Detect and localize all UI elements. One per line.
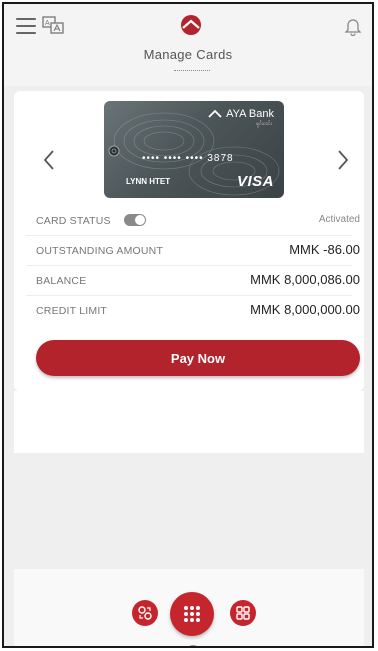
credit-limit-label: CREDIT LIMIT xyxy=(36,305,108,317)
app-screen: A Manage Cards AYA Bank ရှင်းလင်း •••• •… xyxy=(2,2,374,648)
card-status-row: CARD STATUS Activated xyxy=(36,212,360,230)
balance-label: BALANCE xyxy=(36,275,87,287)
credit-limit-row: CREDIT LIMIT MMK 8,000,000.00 xyxy=(36,302,360,320)
divider xyxy=(26,295,352,296)
contactless-ring-icon xyxy=(108,145,120,157)
page-title: Manage Cards xyxy=(143,47,233,62)
svg-text:A: A xyxy=(45,20,50,27)
transfer-icon xyxy=(138,606,152,620)
outstanding-value: MMK -86.00 xyxy=(289,242,360,257)
app-header: A Manage Cards xyxy=(4,4,372,86)
pay-now-button[interactable]: Pay Now xyxy=(36,340,360,376)
aya-logo-icon xyxy=(181,15,201,35)
apps-icon xyxy=(236,606,250,620)
title-underline xyxy=(174,70,210,71)
card-status-value: Activated xyxy=(318,214,360,225)
divider xyxy=(26,235,352,236)
balance-row: BALANCE MMK 8,000,086.00 xyxy=(36,272,360,290)
credit-card-image[interactable]: AYA Bank ရှင်းလင်း •••• •••• •••• 3878 L… xyxy=(104,101,284,198)
card-status-toggle[interactable] xyxy=(124,214,146,226)
nav-left-button[interactable] xyxy=(132,600,158,626)
divider xyxy=(26,265,352,266)
card-holder: LYNN HTET xyxy=(126,177,171,186)
menu-icon[interactable] xyxy=(16,18,36,34)
nav-right-button[interactable] xyxy=(230,600,256,626)
balance-value: MMK 8,000,086.00 xyxy=(250,272,360,287)
chevron-right-icon[interactable] xyxy=(336,149,350,171)
chevron-left-icon[interactable] xyxy=(42,149,56,171)
visa-logo: VISA xyxy=(236,173,274,190)
card-bank-subtext: ရှင်းလင်း xyxy=(256,121,272,127)
content-spacer xyxy=(14,391,364,453)
card-panel: AYA Bank ရှင်းလင်း •••• •••• •••• 3878 L… xyxy=(14,91,364,391)
bell-icon[interactable] xyxy=(344,16,362,36)
card-number: •••• •••• •••• 3878 xyxy=(142,153,234,164)
outstanding-row: OUTSTANDING AMOUNT MMK -86.00 xyxy=(36,242,360,260)
outstanding-label: OUTSTANDING AMOUNT xyxy=(36,245,164,257)
aya-mark-icon xyxy=(208,109,222,118)
nav-menu-button[interactable] xyxy=(170,592,214,636)
credit-limit-value: MMK 8,000,000.00 xyxy=(250,302,360,317)
grid-dots-icon xyxy=(184,606,200,622)
language-icon[interactable]: A xyxy=(42,15,64,35)
card-status-label: CARD STATUS xyxy=(36,215,111,227)
card-brand: AYA Bank xyxy=(208,108,274,120)
card-bank-name: AYA Bank xyxy=(226,108,274,120)
